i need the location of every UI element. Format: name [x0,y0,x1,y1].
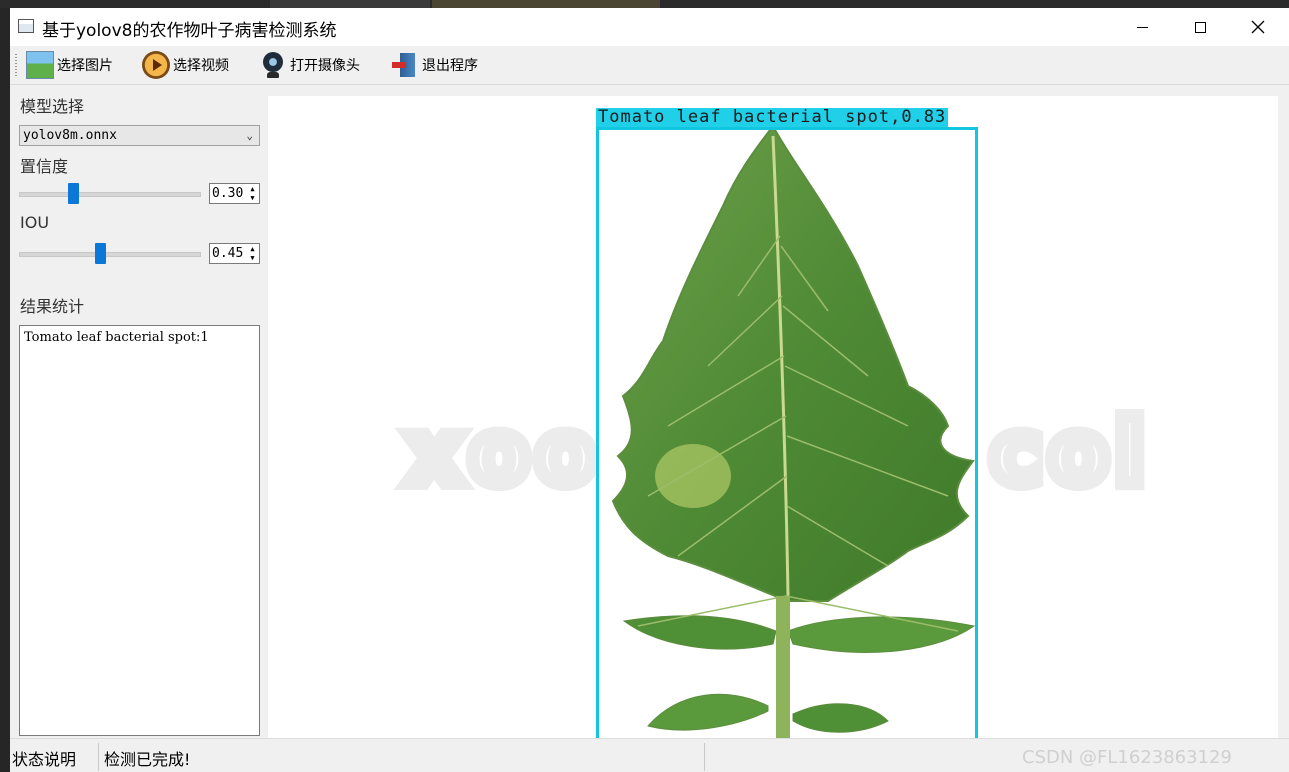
detection-label: Tomato leaf bacterial spot,0.83 [596,107,949,127]
open-camera-button[interactable]: 打开摄像头 [259,50,360,80]
minimize-icon [1136,26,1148,28]
toolbar-grip[interactable] [15,54,17,76]
spin-up-icon[interactable]: ▲ [247,185,258,194]
results-textbox[interactable]: Tomato leaf bacterial spot:1 [19,325,260,736]
spin-arrows[interactable]: ▲ ▼ [247,245,258,262]
background-editor-strip [0,8,10,772]
iou-slider-handle[interactable] [94,243,106,264]
spin-up-icon[interactable]: ▲ [247,245,258,254]
select-video-label: 选择视频 [173,58,229,74]
window-title: 基于yolov8的农作物叶子病害检测系统 [42,21,337,41]
status-separator [98,743,99,771]
picture-icon [26,51,54,79]
model-select-combobox[interactable]: yolov8m.onnx ⌄ [19,125,260,146]
background-tab [270,0,430,8]
spin-arrows[interactable]: ▲ ▼ [247,185,258,202]
csdn-watermark: CSDN @FL1623863129 [1022,747,1232,768]
app-window: 基于yolov8的农作物叶子病害检测系统 选择图片 选择视频 打开摄像头 退出程… [10,8,1289,772]
open-camera-label: 打开摄像头 [290,58,360,74]
confidence-spinbox[interactable]: 0.30 ▲ ▼ [209,183,260,204]
results-text: Tomato leaf bacterial spot:1 [24,330,209,345]
exit-door-icon [391,51,419,79]
iou-slider[interactable] [19,252,201,257]
select-image-button[interactable]: 选择图片 [26,50,113,80]
status-bar: 状态说明 检测已完成! CSDN @FL1623863129 [10,738,1289,772]
confidence-value: 0.30 [212,186,244,201]
status-label: 状态说明 [12,750,77,769]
exit-program-button[interactable]: 退出程序 [391,50,478,80]
detection-bounding-box [596,127,978,738]
control-panel: 模型选择 yolov8m.onnx ⌄ 置信度 0.30 ▲ ▼ IOU 0.4… [10,85,268,738]
webcam-icon [259,51,287,79]
select-image-label: 选择图片 [57,58,113,74]
results-label: 结果统计 [20,297,85,316]
video-play-icon [142,51,170,79]
close-icon [1251,20,1265,34]
confidence-slider[interactable] [19,192,201,197]
maximize-icon [1194,21,1206,33]
background-tab-active [432,0,660,8]
app-icon [18,19,34,33]
chevron-down-icon: ⌄ [246,129,253,142]
close-button[interactable] [1229,8,1287,46]
spin-down-icon[interactable]: ▼ [247,194,258,203]
background-taskbar [0,0,1289,8]
model-select-value: yolov8m.onnx [23,128,117,143]
toolbar: 选择图片 选择视频 打开摄像头 退出程序 [10,46,1289,85]
model-select-label: 模型选择 [20,97,85,116]
status-message: 检测已完成! [104,750,191,769]
maximize-button[interactable] [1171,8,1229,46]
spin-down-icon[interactable]: ▼ [247,254,258,263]
iou-label: IOU [20,213,50,232]
iou-value: 0.45 [212,246,244,261]
confidence-label: 置信度 [20,157,69,176]
status-separator [704,743,705,771]
minimize-button[interactable] [1113,8,1171,46]
iou-spinbox[interactable]: 0.45 ▲ ▼ [209,243,260,264]
exit-program-label: 退出程序 [422,58,478,74]
title-bar: 基于yolov8的农作物叶子病害检测系统 [10,8,1289,46]
image-display: xoo col Tomato leaf bacterial spot,0.83 [268,96,1278,738]
confidence-slider-handle[interactable] [67,183,79,204]
select-video-button[interactable]: 选择视频 [142,50,229,80]
